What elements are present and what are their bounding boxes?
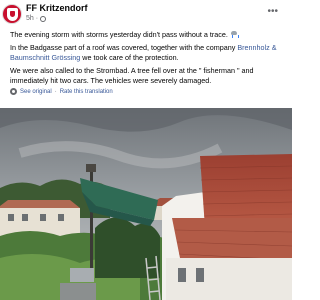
meta-separator: · <box>35 15 39 22</box>
post-meta: 5h · <box>26 15 47 22</box>
cloud-rain-icon <box>230 31 239 38</box>
facebook-post: FF Kritzendorf 5h · ••• The evening stor… <box>0 0 292 300</box>
paragraph-3: We were also called to the Strombad. A t… <box>10 66 254 85</box>
more-options-icon[interactable]: ••• <box>267 7 278 17</box>
paragraph-1: The evening storm with storms yesterday … <box>10 30 288 40</box>
rate-translation-link[interactable]: Rate this translation <box>60 89 113 95</box>
paragraph-2-after: we took care of the protection. <box>80 53 179 62</box>
see-original-link[interactable]: See original <box>20 89 52 95</box>
globe-icon <box>40 15 47 22</box>
page-name[interactable]: FF Kritzendorf <box>26 3 88 13</box>
translation-separator: · <box>54 88 57 95</box>
post-photo[interactable] <box>0 108 292 300</box>
paragraph-2-before: In the Badgasse part of a roof was cover… <box>10 43 238 52</box>
page-avatar[interactable] <box>2 4 22 24</box>
post-header: FF Kritzendorf 5h · ••• <box>0 0 292 28</box>
storm-damage-photo <box>0 108 292 300</box>
post-text: The evening storm with storms yesterday … <box>10 30 288 89</box>
post-time[interactable]: 5h <box>26 15 34 22</box>
fire-department-logo-icon <box>7 8 18 21</box>
translation-bar: See original · Rate this translation <box>10 88 113 95</box>
gear-icon <box>10 88 17 95</box>
paragraph-2: In the Badgasse part of a roof was cover… <box>10 43 288 63</box>
paragraph-1-text: The evening storm with storms yesterday … <box>10 30 228 39</box>
